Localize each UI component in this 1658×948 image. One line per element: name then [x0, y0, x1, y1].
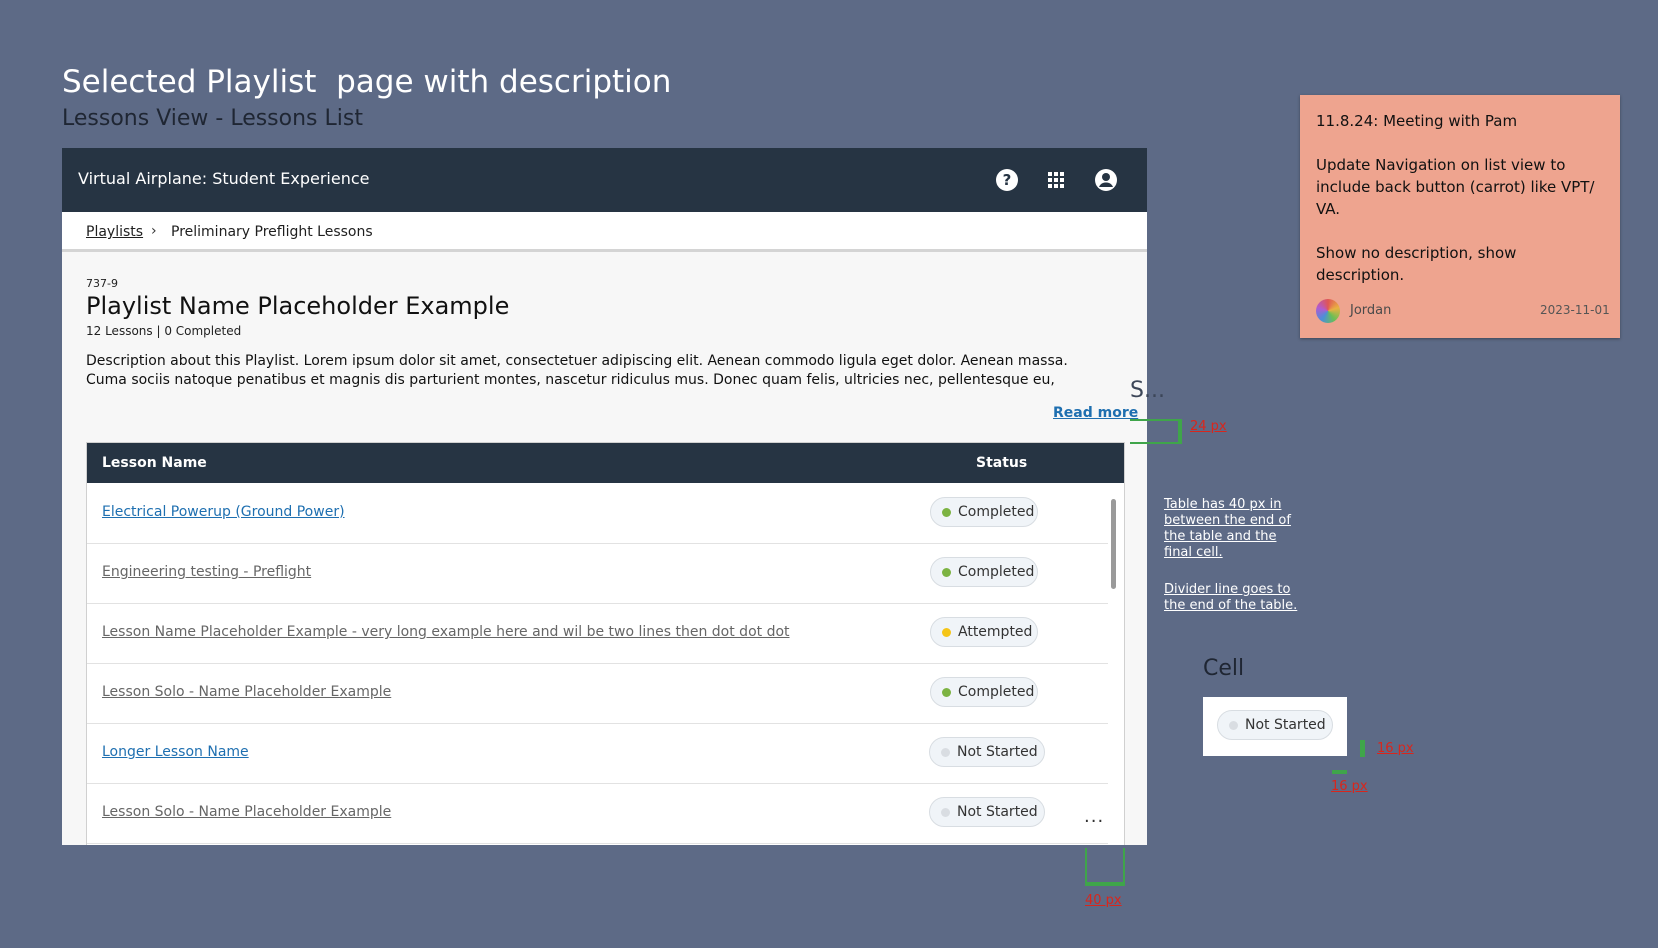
- table-row: Lesson Solo - Name Placeholder Example C…: [87, 663, 1108, 724]
- playlist-code: 737-9: [86, 277, 118, 290]
- note-author: Jordan: [1350, 303, 1392, 318]
- account-icon[interactable]: [1094, 168, 1118, 192]
- spacing-guide: [1332, 770, 1347, 774]
- status-badge: Completed: [930, 677, 1038, 707]
- more-options-icon[interactable]: ...: [1084, 806, 1104, 827]
- cell-spec-example: Not Started: [1203, 697, 1347, 756]
- spacing-guide: [1130, 442, 1180, 444]
- spacing-guide: [1360, 740, 1365, 757]
- app-window: Virtual Airplane: Student Experience ? P…: [62, 148, 1147, 845]
- status-label: Completed: [958, 504, 1035, 520]
- app-title: Virtual Airplane: Student Experience: [78, 169, 370, 188]
- lesson-link[interactable]: Lesson Solo - Name Placeholder Example: [102, 804, 391, 820]
- table-row: Longer Lesson Name Not Started: [87, 723, 1108, 784]
- frame-subtitle: Lessons View - Lessons List: [62, 106, 363, 131]
- apps-grid-icon[interactable]: [1044, 168, 1068, 192]
- note-heading: 11.8.24: Meeting with Pam: [1316, 112, 1518, 130]
- status-label: Not Started: [957, 744, 1038, 760]
- help-icon[interactable]: ?: [995, 168, 1019, 192]
- status-label: Completed: [958, 684, 1035, 700]
- table-header: Lesson Name Status: [87, 443, 1124, 483]
- status-dot-icon: [941, 748, 950, 757]
- chevron-right-icon: ›: [151, 223, 157, 239]
- divider-annotation: Divider line goes to the end of the tabl…: [1164, 582, 1298, 613]
- lesson-link[interactable]: Engineering testing - Preflight: [102, 564, 311, 580]
- breadcrumb: Playlists › Preliminary Preflight Lesson…: [62, 212, 1147, 252]
- status-badge: Attempted: [930, 617, 1038, 647]
- status-badge: Not Started: [929, 737, 1045, 767]
- spacing-guide: [1123, 848, 1125, 884]
- measure-label: 40 px: [1085, 893, 1122, 908]
- note-text: Show no description, show description.: [1316, 244, 1517, 284]
- table-row: Electrical Powerup (Ground Power) Comple…: [87, 483, 1108, 544]
- status-label: Attempted: [958, 624, 1033, 640]
- status-label: Not Started: [1245, 717, 1326, 733]
- spacing-guide: [1085, 882, 1125, 886]
- lesson-link[interactable]: Lesson Solo - Name Placeholder Example: [102, 684, 391, 700]
- column-header-lesson-name: Lesson Name: [102, 455, 207, 471]
- section-label: S...: [1130, 378, 1165, 403]
- status-label: Not Started: [957, 804, 1038, 820]
- cell-spec-title: Cell: [1203, 656, 1245, 681]
- measure-label: 24 px: [1190, 419, 1227, 434]
- status-label: Completed: [958, 564, 1035, 580]
- table-row: Engineering testing - Preflight Complete…: [87, 543, 1108, 604]
- avatar: [1316, 299, 1340, 323]
- table-scrollbar[interactable]: [1111, 499, 1116, 589]
- top-navigation-bar: Virtual Airplane: Student Experience ?: [62, 148, 1147, 212]
- sticky-note: 11.8.24: Meeting with Pam Update Navigat…: [1300, 95, 1620, 338]
- spacing-guide: [1130, 419, 1180, 421]
- read-more-link[interactable]: Read more: [1053, 405, 1138, 421]
- status-badge: Completed: [930, 497, 1038, 527]
- status-dot-icon: [1229, 721, 1238, 730]
- frame-title: Selected Playlist page with description: [62, 64, 672, 100]
- breadcrumb-playlists-link[interactable]: Playlists: [86, 224, 143, 240]
- playlist-name: Playlist Name Placeholder Example: [86, 292, 510, 320]
- status-dot-icon: [942, 688, 951, 697]
- table-row: Lesson Name Placeholder Example - very l…: [87, 603, 1108, 664]
- status-dot-icon: [941, 808, 950, 817]
- note-text: Update Navigation on list view to includ…: [1316, 156, 1595, 218]
- breadcrumb-current: Preliminary Preflight Lessons: [171, 224, 373, 240]
- lesson-link[interactable]: Lesson Name Placeholder Example - very l…: [102, 624, 790, 640]
- status-badge: Completed: [930, 557, 1038, 587]
- playlist-description: Description about this Playlist. Lorem i…: [86, 353, 1068, 388]
- spacing-guide: [1085, 848, 1087, 884]
- status-dot-icon: [942, 508, 951, 517]
- svg-text:?: ?: [1003, 171, 1012, 189]
- table-row: Lesson Solo - Name Placeholder Example N…: [87, 783, 1108, 844]
- status-dot-icon: [942, 568, 951, 577]
- status-dot-icon: [942, 628, 951, 637]
- note-date: 2023-11-01: [1540, 303, 1610, 317]
- measure-label: 16 px: [1331, 779, 1368, 794]
- measure-label: 16 px: [1377, 741, 1414, 756]
- status-badge: Not Started: [929, 797, 1045, 827]
- column-header-status: Status: [976, 455, 1028, 471]
- lessons-table: Lesson Name Status Electrical Powerup (G…: [86, 442, 1125, 845]
- status-badge: Not Started: [1217, 710, 1333, 740]
- spacing-guide: [1178, 419, 1182, 444]
- table-spacing-annotation: Table has 40 px in between the end of th…: [1164, 497, 1291, 560]
- playlist-meta: 12 Lessons | 0 Completed: [86, 324, 242, 338]
- lesson-link[interactable]: Electrical Powerup (Ground Power): [102, 504, 345, 520]
- lesson-link[interactable]: Longer Lesson Name: [102, 744, 249, 760]
